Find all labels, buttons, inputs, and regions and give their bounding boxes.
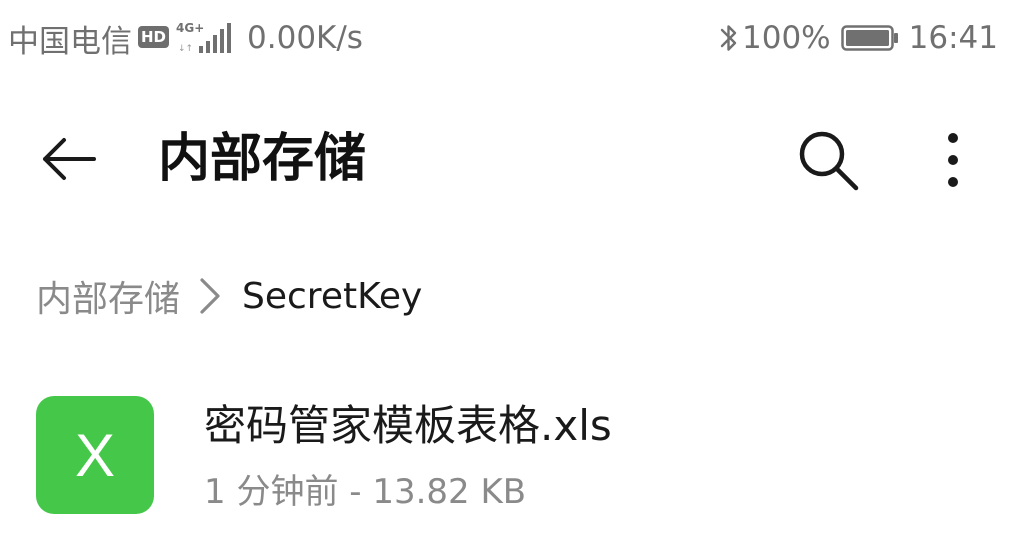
clock: 16:41 [908,20,998,56]
back-button[interactable] [34,124,104,194]
network-speed: 0.00K/s [247,20,363,56]
chevron-right-icon [200,278,220,314]
status-right: 100% 16:41 [718,17,998,59]
battery-percent: 100% [742,20,831,56]
arrow-left-icon [43,138,96,180]
battery-icon [840,25,898,51]
file-name: 密码管家模板表格.xls [204,401,612,450]
file-list-item[interactable]: X 密码管家模板表格.xls 1 分钟前 - 13.82 KB [0,380,1010,536]
svg-text:↓↑: ↓↑ [178,44,193,54]
network-type-label: 4G+ [176,21,204,35]
breadcrumb: 内部存储 SecretKey [36,268,422,324]
signal-icon: 4G+ ↓↑ [176,21,232,54]
breadcrumb-current[interactable]: SecretKey [242,276,422,317]
file-icon-letter: X [74,421,116,489]
excel-file-icon: X [36,396,154,514]
more-vertical-icon [948,133,958,187]
breadcrumb-root[interactable]: 内部存储 [36,270,180,322]
search-button[interactable] [788,120,868,200]
bluetooth-icon [720,25,737,51]
app-bar: 内部存储 [0,96,1010,220]
page-title: 内部存储 [158,129,367,189]
search-icon [799,131,859,191]
hd-badge: HD [138,26,170,48]
status-left: 中国电信 HD 4G+ ↓↑ 0.00K/s [8,17,363,60]
more-options-button[interactable] [920,120,986,200]
carrier-name: 中国电信 [8,23,132,60]
file-meta: 1 分钟前 - 13.82 KB [204,472,527,512]
file-manager-screen: 中国电信 HD 4G+ ↓↑ 0.00K/s 100% 16:41 内部存储 内… [0,0,1010,560]
status-bar: 中国电信 HD 4G+ ↓↑ 0.00K/s 100% 16:41 [0,0,1010,76]
